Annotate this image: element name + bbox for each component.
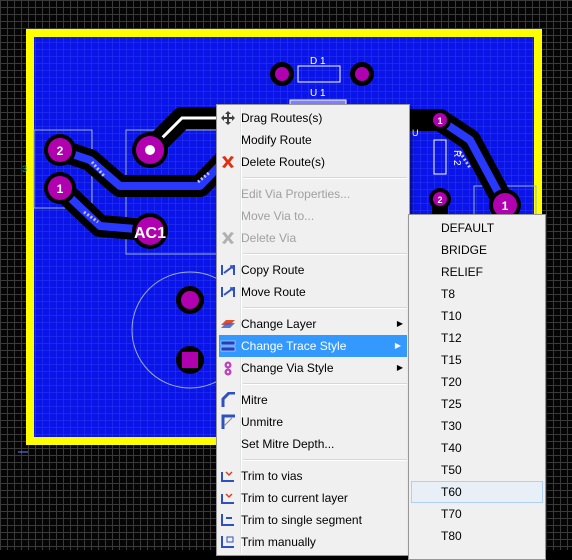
pad-r2-1-label: 1	[437, 116, 442, 126]
move-route-icon	[221, 287, 235, 297]
pad-ac1-top-hole	[145, 145, 155, 155]
submenu-arrow-icon: ▶	[396, 319, 403, 328]
trim-vias-icon	[221, 471, 234, 482]
trace-style-t25[interactable]: T25	[411, 393, 543, 415]
menu-separator	[243, 459, 407, 461]
trim-manual-icon	[221, 536, 234, 548]
via-style-icon	[224, 361, 232, 376]
pad-circle-top	[181, 291, 199, 309]
copy-route-icon	[221, 265, 235, 275]
trim-layer-icon	[221, 493, 234, 504]
menu-item-move-route[interactable]: Move Route	[217, 281, 409, 303]
right-u-mark: U	[412, 128, 419, 138]
trace-style-t50[interactable]: T50	[411, 459, 543, 481]
r2-label: R 2	[451, 150, 462, 166]
u1-label: U 1	[310, 88, 326, 99]
menu-separator	[243, 253, 407, 255]
d1-label: D 1	[310, 56, 326, 67]
menu-separator	[243, 307, 407, 309]
menu-item-trim-to-current-layer[interactable]: Trim to current layer	[217, 487, 409, 509]
menu-item-change-layer[interactable]: Change Layer ▶	[217, 313, 409, 335]
trace-style-t15[interactable]: T15	[411, 349, 543, 371]
menu-item-copy-route[interactable]: Copy Route	[217, 259, 409, 281]
menu-separator	[243, 177, 407, 179]
pad-r2-2-label: 2	[437, 195, 442, 205]
menu-item-set-mitre-depth[interactable]: Set Mitre Depth...	[217, 433, 409, 455]
pad-d1-right	[355, 67, 369, 81]
trace-style-t60[interactable]: T60	[411, 481, 543, 503]
trace-style-t8[interactable]: T8	[411, 283, 543, 305]
menu-item-modify-route[interactable]: Modify Route	[217, 129, 409, 151]
pad-2-label: 2	[57, 144, 64, 158]
delete-x-icon	[222, 232, 234, 244]
left-edge-mark: 3	[22, 164, 27, 174]
trace-style-t40[interactable]: T40	[411, 437, 543, 459]
menu-item-move-via[interactable]: Move Via to...	[217, 205, 409, 227]
route-context-menu: Drag Routes(s) Modify Route Delete Route…	[216, 104, 410, 556]
menu-item-edit-via-properties[interactable]: Edit Via Properties...	[217, 183, 409, 205]
trace-style-t80[interactable]: T80	[411, 525, 543, 547]
trace-style-t12[interactable]: T12	[411, 327, 543, 349]
change-layer-icon	[221, 320, 235, 328]
ac1-label: AC1	[134, 225, 166, 242]
trace-style-t70[interactable]: T70	[411, 503, 543, 525]
trace-style-t10[interactable]: T10	[411, 305, 543, 327]
trace-style-submenu: DEFAULT BRIDGE RELIEF T8 T10 T12 T15 T20…	[408, 214, 546, 560]
trace-style-bridge[interactable]: BRIDGE	[411, 239, 543, 261]
menu-item-trim-to-vias[interactable]: Trim to vias	[217, 465, 409, 487]
menu-item-delete-routes[interactable]: Delete Route(s)	[217, 151, 409, 173]
unmitre-icon	[221, 414, 235, 429]
trace-style-t30[interactable]: T30	[411, 415, 543, 437]
trim-segment-icon	[221, 514, 234, 526]
pad-circle-bottom	[182, 352, 198, 368]
submenu-arrow-icon: ▶	[396, 363, 403, 372]
mitre-icon	[221, 392, 235, 407]
menu-item-delete-via[interactable]: Delete Via	[217, 227, 409, 249]
trace-style-t20[interactable]: T20	[411, 371, 543, 393]
menu-item-unmitre[interactable]: Unmitre	[217, 411, 409, 433]
menu-item-change-via-style[interactable]: Change Via Style ▶	[217, 357, 409, 379]
menu-item-mitre[interactable]: Mitre	[217, 389, 409, 411]
pad-d1-left	[275, 67, 289, 81]
pad-right-1-label: 1	[502, 199, 509, 213]
menu-item-change-trace-style[interactable]: Change Trace Style ▶	[219, 335, 407, 357]
menu-item-drag-routes[interactable]: Drag Routes(s)	[217, 107, 409, 129]
trace-style-icon	[220, 340, 236, 352]
drag-move-icon	[221, 111, 235, 125]
trace-style-default[interactable]: DEFAULT	[411, 217, 543, 239]
submenu-arrow-icon: ▶	[394, 341, 401, 350]
delete-x-icon	[222, 156, 234, 168]
menu-separator	[243, 383, 407, 385]
menu-item-trim-to-single-segment[interactable]: Trim to single segment	[217, 509, 409, 531]
pad-1-label: 1	[57, 182, 64, 196]
trace-style-relief[interactable]: RELIEF	[411, 261, 543, 283]
